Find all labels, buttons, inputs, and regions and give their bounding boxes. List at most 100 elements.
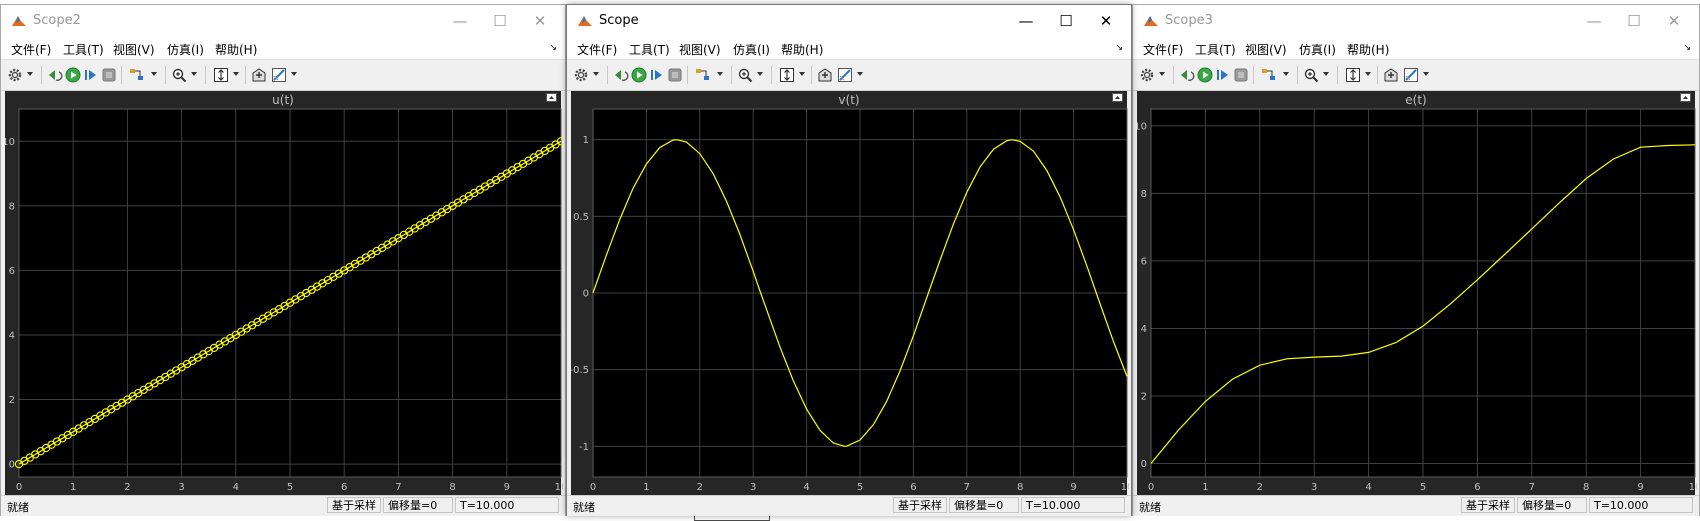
- x-tick-label: 1: [1202, 482, 1208, 493]
- y-tick-label: 0: [583, 289, 589, 300]
- menu-view[interactable]: 视图(V): [679, 41, 721, 58]
- menu-tools[interactable]: 工具(T): [629, 41, 670, 58]
- menu-simulation[interactable]: 仿真(I): [1299, 41, 1336, 58]
- highlight-block-icon[interactable]: [129, 67, 145, 83]
- close-button[interactable]: ✕: [1091, 10, 1121, 32]
- stop-icon[interactable]: [667, 67, 683, 83]
- x-tick-label: 2: [124, 482, 130, 493]
- menu-tools[interactable]: 工具(T): [63, 41, 104, 58]
- menu-view[interactable]: 视图(V): [113, 41, 155, 58]
- zoom-in-icon[interactable]: [737, 67, 753, 83]
- scope2-window[interactable]: Scope2 — ☐ ✕ 文件(F) 工具(T) 视图(V) 仿真(I) 帮助(…: [0, 4, 566, 516]
- zoom-in-icon[interactable]: [171, 67, 187, 83]
- toolbar-separator: [687, 66, 688, 84]
- menu-tools[interactable]: 工具(T): [1195, 41, 1236, 58]
- title-bar[interactable]: Scope — ☐ ✕: [567, 5, 1131, 37]
- dropdown-caret-icon[interactable]: [27, 72, 33, 76]
- undock-icon[interactable]: [546, 93, 557, 102]
- scale-axes-icon[interactable]: [1345, 67, 1361, 83]
- maximize-button[interactable]: ☐: [1619, 10, 1649, 32]
- cursor-measure-icon[interactable]: [251, 67, 267, 83]
- menu-file[interactable]: 文件(F): [577, 41, 617, 58]
- minimize-button[interactable]: —: [445, 10, 475, 32]
- close-button[interactable]: ✕: [1659, 10, 1689, 32]
- matlab-logo-icon: [578, 16, 592, 26]
- scope3-window[interactable]: Scope3 — ☐ ✕ 文件(F) 工具(T) 视图(V) 仿真(I) 帮助(…: [1132, 4, 1700, 516]
- y-tick-label: 0: [9, 460, 15, 471]
- dropdown-caret-icon[interactable]: [1423, 72, 1429, 76]
- triggers-icon[interactable]: [271, 67, 287, 83]
- highlight-block-icon[interactable]: [695, 67, 711, 83]
- menu-help[interactable]: 帮助(H): [1347, 41, 1389, 58]
- dropdown-caret-icon[interactable]: [233, 72, 239, 76]
- y-tick-label: 8: [1141, 189, 1147, 200]
- menu-simulation[interactable]: 仿真(I): [733, 41, 770, 58]
- cursor-measure-icon[interactable]: [817, 67, 833, 83]
- menu-help[interactable]: 帮助(H): [781, 41, 823, 58]
- minimize-button[interactable]: —: [1579, 10, 1609, 32]
- undock-icon[interactable]: [1112, 93, 1123, 102]
- dropdown-caret-icon[interactable]: [757, 72, 763, 76]
- menu-file[interactable]: 文件(F): [1143, 41, 1183, 58]
- undock-icon[interactable]: [1680, 93, 1691, 102]
- x-tick-label: 9: [1637, 482, 1643, 493]
- highlight-block-icon[interactable]: [1261, 67, 1277, 83]
- window-title: Scope2: [33, 13, 81, 28]
- menu-file[interactable]: 文件(F): [11, 41, 51, 58]
- dropdown-caret-icon[interactable]: [799, 72, 805, 76]
- dropdown-caret-icon[interactable]: [1323, 72, 1329, 76]
- y-tick-label: -0.5: [571, 365, 589, 376]
- scale-axes-icon[interactable]: [213, 67, 229, 83]
- dropdown-caret-icon[interactable]: [151, 72, 157, 76]
- x-tick-label: 1: [643, 482, 649, 493]
- close-button[interactable]: ✕: [525, 10, 555, 32]
- title-bar[interactable]: Scope2 — ☐ ✕: [1, 5, 565, 37]
- scope-window[interactable]: Scope — ☐ ✕ 文件(F) 工具(T) 视图(V) 仿真(I) 帮助(H…: [566, 4, 1132, 516]
- cursor-measure-icon[interactable]: [1383, 67, 1399, 83]
- stop-icon[interactable]: [1233, 67, 1249, 83]
- dropdown-caret-icon[interactable]: [1283, 72, 1289, 76]
- run-icon[interactable]: [1197, 67, 1213, 83]
- zoom-in-icon[interactable]: [1303, 67, 1319, 83]
- step-back-icon[interactable]: [613, 67, 629, 83]
- maximize-button[interactable]: ☐: [485, 10, 515, 32]
- status-bar: 就绪 基于采样 偏移量=0 T=10.000: [567, 495, 1131, 516]
- step-forward-icon[interactable]: [83, 67, 99, 83]
- step-forward-icon[interactable]: [649, 67, 665, 83]
- gear-icon[interactable]: [1139, 67, 1155, 83]
- stop-icon[interactable]: [101, 67, 117, 83]
- menu-view[interactable]: 视图(V): [1245, 41, 1287, 58]
- chevron-double-down-icon[interactable]: ↘: [1683, 43, 1691, 53]
- dropdown-caret-icon[interactable]: [191, 72, 197, 76]
- gear-icon[interactable]: [573, 67, 589, 83]
- gear-icon[interactable]: [7, 67, 23, 83]
- step-forward-icon[interactable]: [1215, 67, 1231, 83]
- step-back-icon[interactable]: [47, 67, 63, 83]
- minimize-button[interactable]: —: [1011, 10, 1041, 32]
- dropdown-caret-icon[interactable]: [857, 72, 863, 76]
- dropdown-caret-icon[interactable]: [717, 72, 723, 76]
- matlab-logo-icon: [12, 16, 26, 26]
- step-back-icon[interactable]: [1179, 67, 1195, 83]
- triggers-icon[interactable]: [1403, 67, 1419, 83]
- chevron-double-down-icon[interactable]: ↘: [1115, 43, 1123, 53]
- x-tick-label: 9: [1070, 482, 1076, 493]
- chevron-double-down-icon[interactable]: ↘: [549, 43, 557, 53]
- dropdown-caret-icon[interactable]: [1365, 72, 1371, 76]
- toolbar-separator: [771, 66, 772, 84]
- title-bar[interactable]: Scope3 — ☐ ✕: [1133, 5, 1699, 37]
- run-icon[interactable]: [65, 67, 81, 83]
- maximize-button[interactable]: ☐: [1051, 10, 1081, 32]
- toolbar-separator: [121, 66, 122, 84]
- y-tick-label: 0.5: [573, 212, 589, 223]
- dropdown-caret-icon[interactable]: [1159, 72, 1165, 76]
- menu-simulation[interactable]: 仿真(I): [167, 41, 204, 58]
- dropdown-caret-icon[interactable]: [291, 72, 297, 76]
- scale-axes-icon[interactable]: [779, 67, 795, 83]
- dropdown-caret-icon[interactable]: [593, 72, 599, 76]
- triggers-icon[interactable]: [837, 67, 853, 83]
- run-icon[interactable]: [631, 67, 647, 83]
- x-tick-label: 10: [1689, 482, 1697, 493]
- status-text: 就绪: [1139, 501, 1161, 514]
- menu-help[interactable]: 帮助(H): [215, 41, 257, 58]
